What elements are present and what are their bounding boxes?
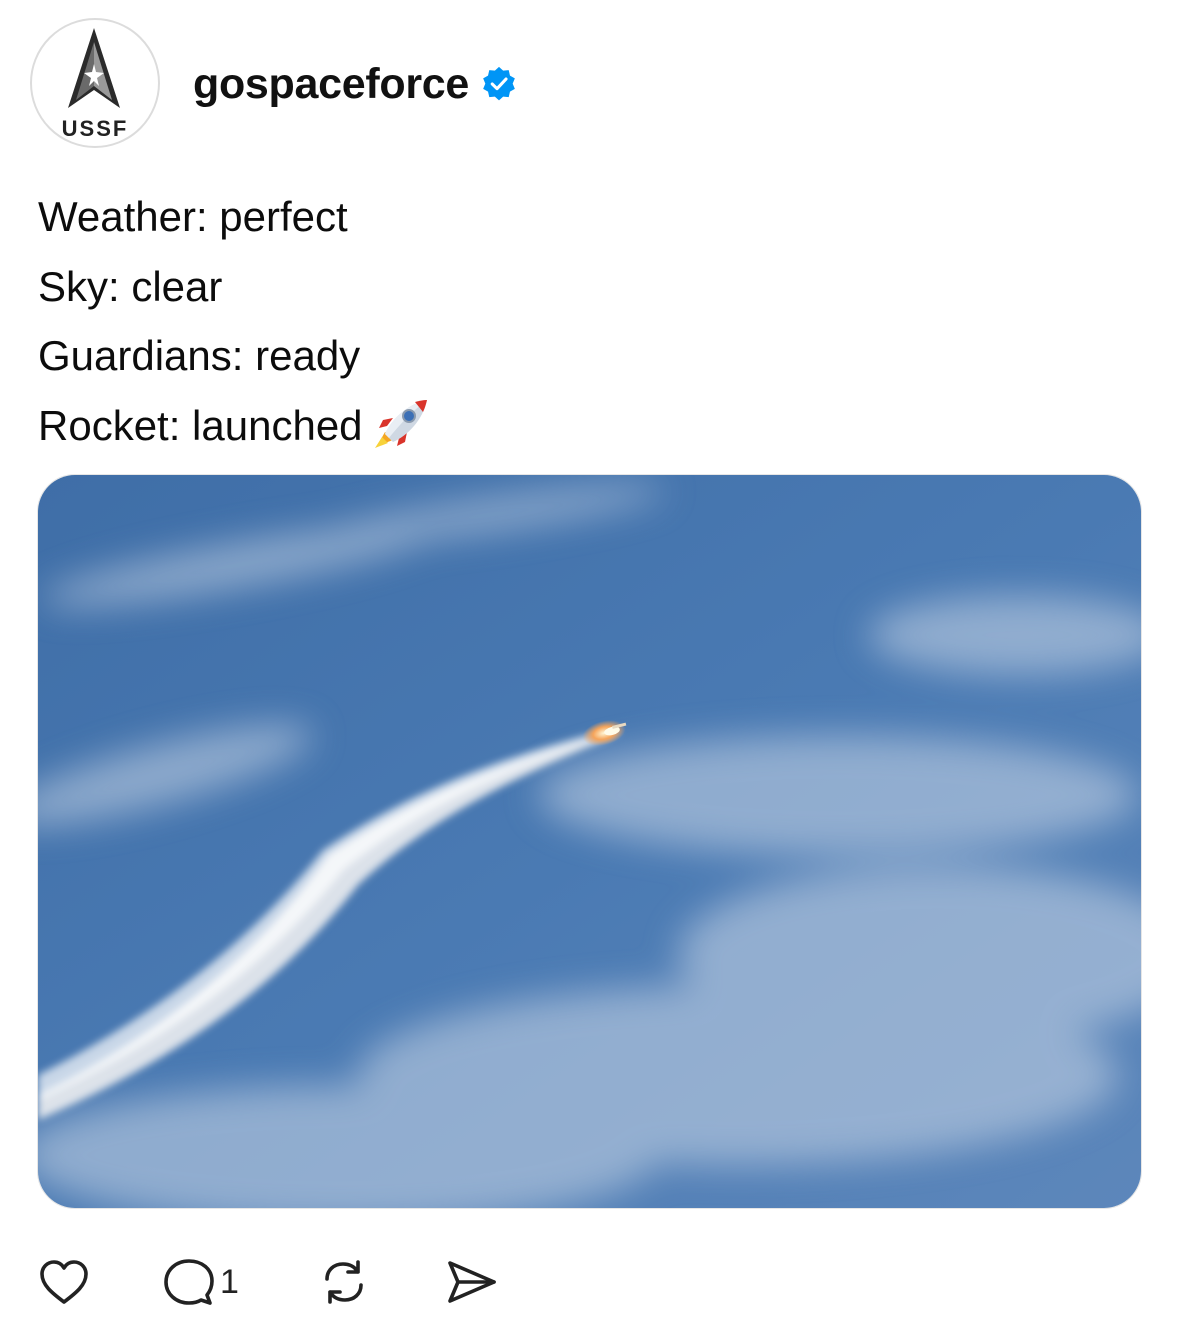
comment-count: 1 [220,1262,239,1301]
post-card: USSF gospaceforce Weather: perfect Sky: … [0,0,1179,1334]
caption-line-weather: Weather: perfect [38,193,348,240]
comment-icon [164,1259,214,1305]
repost-icon [325,1260,363,1304]
post-caption: Weather: perfect Sky: clear Guardians: r… [38,182,431,460]
caption-line-rocket-text: Rocket: launched [38,401,363,449]
caption-line-guardians: Guardians: ready [38,332,361,379]
repost-button[interactable] [318,1256,370,1308]
username[interactable]: gospaceforce [193,60,469,109]
verified-badge-icon [483,66,515,101]
avatar[interactable]: USSF [30,18,160,148]
rocket-emoji [374,399,427,448]
heart-icon [40,1260,88,1304]
share-icon [448,1261,496,1303]
post-photo[interactable] [37,474,1142,1209]
like-button[interactable] [38,1256,90,1308]
comment-button[interactable]: 1 [162,1256,239,1308]
caption-line-sky: Sky: clear [38,262,223,310]
post-header: gospaceforce [193,58,517,110]
share-button[interactable] [444,1256,498,1308]
caption-line-rocket: Rocket: launched [38,391,431,461]
avatar-label: USSF [61,116,129,141]
rocket-launch-photo [38,475,1141,1208]
